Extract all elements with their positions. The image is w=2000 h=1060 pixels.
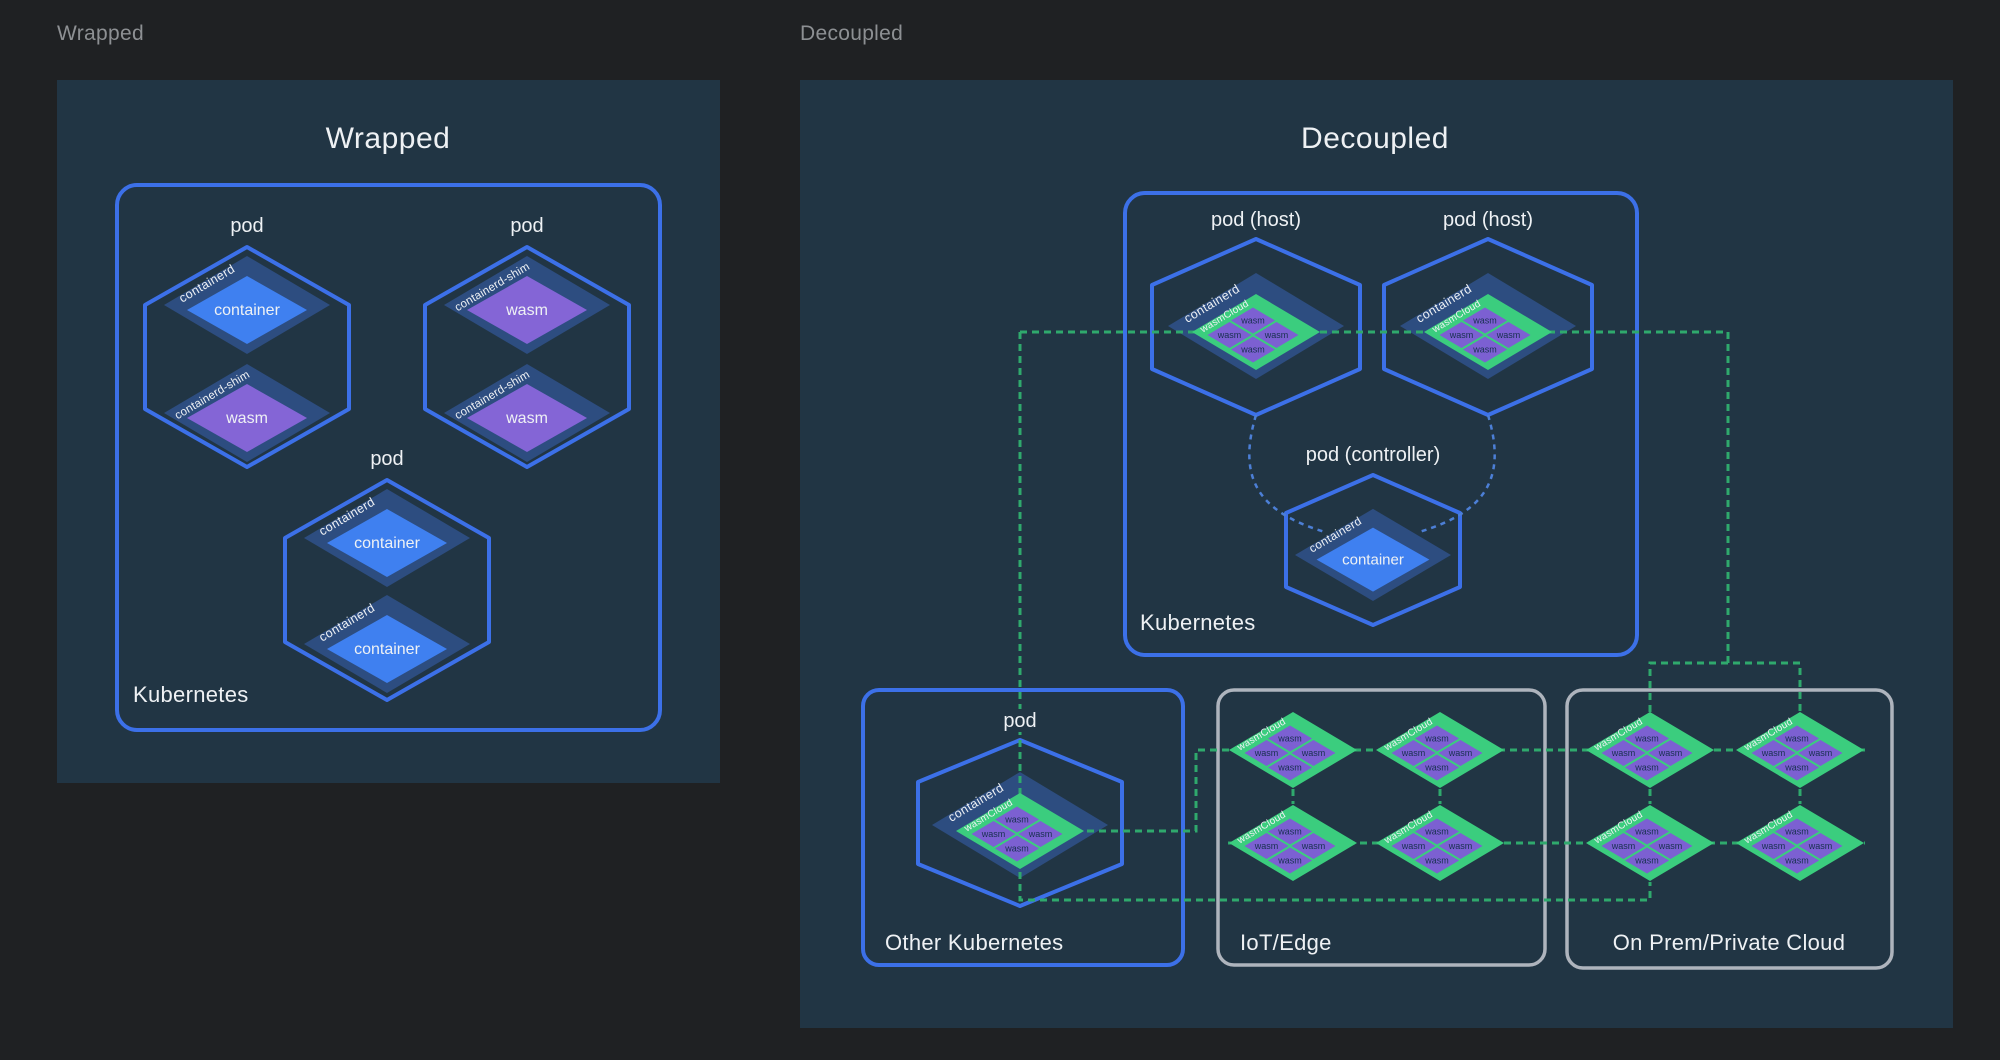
wasmcloud-cluster [1229, 805, 1357, 881]
onprem-label: On Prem/Private Cloud [1613, 930, 1846, 955]
other-kubernetes-label: Other Kubernetes [885, 930, 1063, 955]
decoupled-title: Decoupled [1301, 122, 1449, 155]
containerd-shim-wasm-group [164, 364, 330, 462]
wasmcloud-cluster [1229, 712, 1357, 788]
wasmcloud-cluster [1376, 712, 1504, 788]
pod-label: pod [1003, 710, 1036, 732]
iot-edge-label: IoT/Edge [1240, 930, 1332, 955]
kubernetes-label: Kubernetes [1140, 610, 1256, 635]
lattice-link [1020, 332, 1650, 900]
wrapped-title: Wrapped [326, 122, 451, 155]
wasmcloud-cluster [1586, 805, 1714, 881]
pod-label: pod [510, 215, 543, 237]
kubernetes-label: Kubernetes [133, 682, 249, 707]
pod-label: pod [370, 448, 403, 470]
figma-canvas: { "frames": { "wrapped": { "tag": "Wrapp… [0, 0, 2000, 1060]
wasmcloud-cluster [1736, 805, 1864, 881]
wasmcloud-cluster [1736, 712, 1864, 788]
wrapped-diagram: Wrapped pod pod pod Kubernetes [57, 80, 720, 783]
containerd-container-group [304, 489, 470, 587]
panel-wrapped: Wrapped pod pod pod Kubernetes [57, 80, 720, 783]
wasmcloud-cluster [1376, 805, 1504, 881]
pod-host-label: pod (host) [1211, 209, 1301, 231]
panel-decoupled: Decoupled pod (host) pod (host) pod (con… [800, 80, 1953, 1028]
pod-host-label: pod (host) [1443, 209, 1533, 231]
lattice-link [1650, 663, 1800, 712]
wasmcloud-cluster [1586, 712, 1714, 788]
containerd-shim-wasm-group [444, 364, 610, 462]
frame-tag-decoupled[interactable]: Decoupled [800, 22, 903, 46]
pod-label: pod [230, 215, 263, 237]
containerd-container-group [304, 595, 470, 693]
decoupled-diagram: Decoupled pod (host) pod (host) pod (con… [800, 80, 1953, 1028]
containerd-container-group [1295, 509, 1451, 601]
frame-tag-wrapped[interactable]: Wrapped [57, 22, 144, 46]
controller-link-right [1419, 415, 1495, 532]
containerd-container-group [164, 256, 330, 354]
containerd-shim-wasm-group [444, 256, 610, 354]
pod-controller-label: pod (controller) [1306, 444, 1441, 466]
